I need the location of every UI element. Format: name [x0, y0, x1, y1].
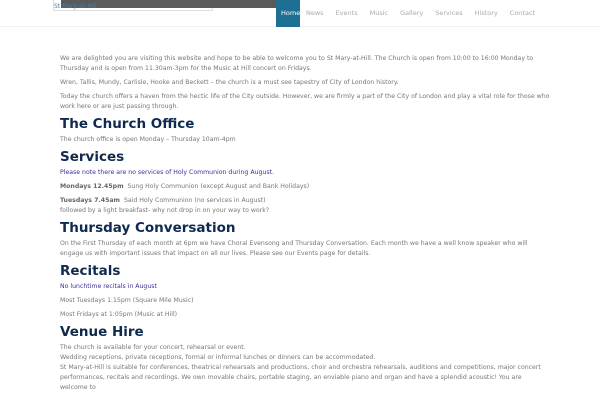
intro-paragraph: We are delighted you are visiting this w… — [60, 55, 534, 72]
tuesday-label: Tuesdays 7.45am — [60, 197, 120, 204]
tuesday-service: Tuesdays 7.45am Said Holy Communion (no … — [60, 196, 550, 216]
nav-home[interactable]: Home — [276, 0, 300, 27]
services-heading: Services — [60, 149, 125, 165]
recitals-line: Most Tuesdays 1.15pm (Square Mile Music) — [60, 297, 194, 304]
intro-paragraph: Wren, Tallis, Mundy, Carlisle, Hooke and… — [60, 79, 399, 86]
site-logo[interactable]: St Mary-at-Hill — [54, 3, 97, 10]
nav-events[interactable]: Events — [330, 0, 364, 27]
intro-paragraph: Today the church offers a haven from the… — [60, 93, 550, 110]
nav-news[interactable]: News — [300, 0, 330, 27]
tuesday-text2: followed by a light breakfast- why not d… — [60, 207, 270, 214]
nav-gallery[interactable]: Gallery — [394, 0, 429, 27]
venue-line: Wedding receptions, private receptions, … — [60, 354, 376, 361]
recitals-line: Most Fridays at 1:05pm (Music at Hill) — [60, 311, 178, 318]
monday-text: Sung Holy Communion (except August and B… — [127, 183, 310, 190]
main-nav: Home News Events Music Gallery Services … — [276, 0, 541, 27]
monday-label: Mondays 12.45pm — [60, 183, 124, 190]
venue-heading: Venue Hire — [60, 324, 144, 340]
thursday-text: On the First Thursday of each month at 6… — [60, 240, 528, 257]
venue-line: St Mary-at-Hill is suitable for conferen… — [60, 364, 541, 391]
venue-line: The church is available for your concert… — [60, 344, 246, 351]
venue-text: The church is available for your concert… — [60, 343, 550, 393]
tuesday-text: Said Holy Communion (no services in Augu… — [123, 197, 266, 204]
nav-history[interactable]: History — [469, 0, 504, 27]
office-heading: The Church Office — [60, 116, 195, 132]
nav-music[interactable]: Music — [364, 0, 395, 27]
site-header: St Mary-at-Hill Home News Events Music G… — [0, 0, 600, 27]
main-content: We are delighted you are visiting this w… — [60, 54, 550, 397]
office-text: The church office is open Monday – Thurs… — [60, 136, 236, 143]
monday-service: Mondays 12.45pm Sung Holy Communion (exc… — [60, 182, 550, 192]
nav-services[interactable]: Services — [429, 0, 468, 27]
nav-contact[interactable]: Contact — [504, 0, 541, 27]
recitals-note: No lunchtime recitals in August — [60, 283, 157, 290]
recitals-heading: Recitals — [60, 263, 121, 279]
services-note: Please note there are no services of Hol… — [60, 169, 274, 176]
thursday-heading: Thursday Conversation — [60, 220, 236, 236]
